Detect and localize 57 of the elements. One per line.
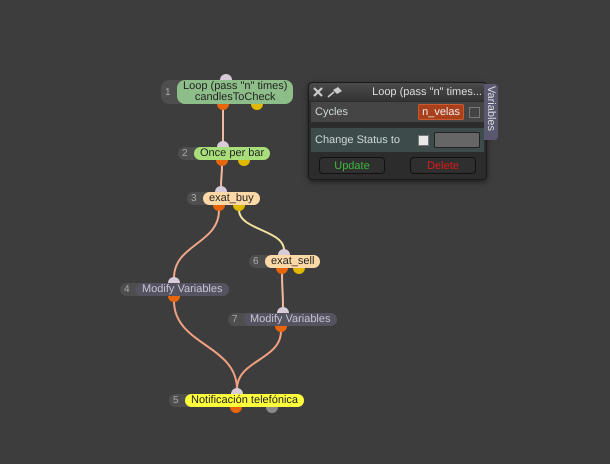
output-port[interactable] [216,160,228,166]
input-port[interactable] [231,388,243,394]
input-port[interactable] [215,186,227,192]
node-label: Once per bar [194,147,270,160]
cycles-field[interactable]: n_velas [418,104,464,120]
node-label: exat_sell [265,255,320,268]
close-icon[interactable] [313,87,323,97]
node-card[interactable]: 6 exat_sell [249,255,320,268]
node-number: 5 [173,395,180,406]
output-port[interactable] [168,296,180,302]
connector-line [222,109,224,142]
connector-line [173,210,220,278]
node-number: 1 [165,86,172,98]
status-label: Change Status to [315,134,402,146]
status-checkbox[interactable] [418,134,429,146]
node-number: 4 [124,284,131,295]
output-port[interactable] [213,205,225,211]
connector-line [220,165,223,187]
node-number: 3 [191,193,198,204]
input-port[interactable] [278,249,290,255]
output-port[interactable] [230,407,242,413]
node-card[interactable]: 2 Once per bar [178,147,270,160]
output-port[interactable] [238,160,250,166]
output-port[interactable] [266,407,278,413]
node-card[interactable]: 1 Loop (pass "n" times) candlesToCheck [161,80,294,104]
output-port[interactable] [217,104,229,110]
node-card[interactable]: 4 Modify Variables [120,283,228,296]
output-port[interactable] [293,268,305,274]
input-port[interactable] [217,141,229,147]
cycles-label: Cycles [315,106,350,118]
status-field[interactable] [434,132,480,148]
connector-line [281,273,284,308]
node-number: 2 [182,148,189,159]
output-port[interactable] [276,268,288,274]
node-number: 6 [253,256,260,267]
delete-button[interactable]: Delete [410,157,476,174]
input-port[interactable] [168,277,180,283]
pin-icon[interactable] [327,86,343,98]
node-card[interactable]: 5 Notificación telefónica [169,394,304,407]
node-label: Loop (pass "n" times) candlesToCheck [177,80,294,104]
update-button[interactable]: Update [319,157,385,174]
input-port[interactable] [220,74,232,80]
connector-line [238,210,285,250]
input-port[interactable] [277,307,289,313]
panel-title: Loop (pass "n" times... [372,86,482,98]
output-port[interactable] [233,205,245,211]
node-card[interactable]: 3 exat_buy [187,192,260,205]
node-label: Modify Variables [244,313,336,326]
node-label: Notificación telefónica [185,394,304,407]
node-label: exat_buy [203,192,260,205]
node-card[interactable]: 7 Modify Variables [228,313,336,326]
node-label: Modify Variables [136,283,228,296]
variables-tab[interactable]: Variables [484,84,498,140]
output-port[interactable] [275,326,287,332]
output-port[interactable] [251,104,263,110]
node-number: 7 [232,314,239,325]
cycles-checkbox[interactable] [469,106,480,118]
